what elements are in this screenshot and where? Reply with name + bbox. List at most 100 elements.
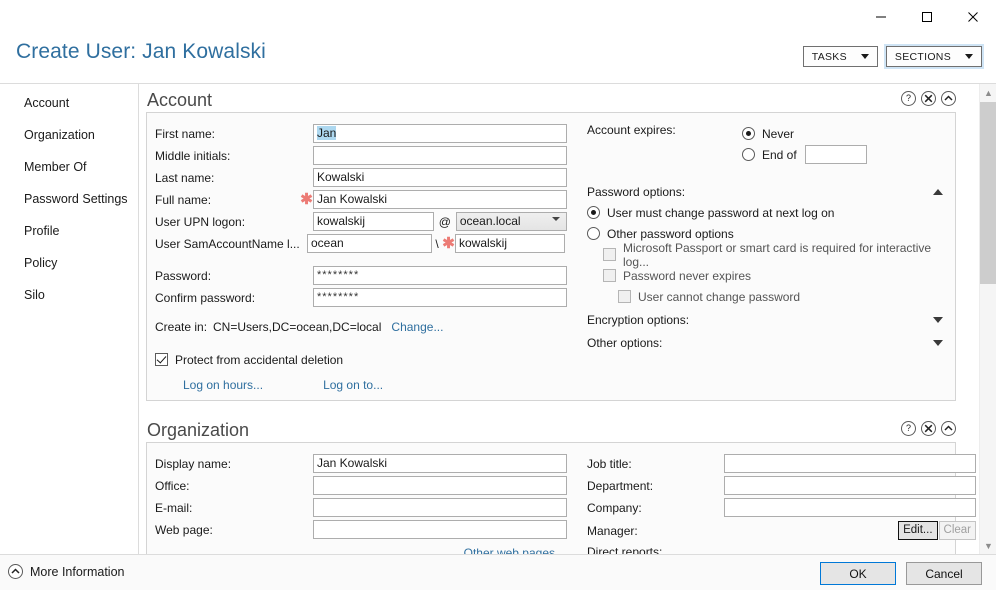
upn-domain-select[interactable]: ocean.local (455, 212, 567, 231)
chevron-up-icon[interactable] (933, 188, 943, 195)
must-change-password-radio[interactable] (587, 206, 600, 219)
scroll-up-icon[interactable]: ▲ (980, 84, 996, 101)
close-circle-icon[interactable] (921, 91, 936, 106)
department-input[interactable] (724, 476, 976, 495)
direct-reports-row: Direct reports: (587, 543, 976, 554)
encryption-options-header[interactable]: Encryption options: (587, 309, 943, 330)
content-scrollbar[interactable]: ▲ ▼ (979, 84, 996, 554)
email-input[interactable] (313, 498, 567, 517)
upn-prefix-input[interactable]: kowalskij (313, 212, 434, 231)
scrollbar-thumb[interactable] (980, 102, 996, 284)
help-icon[interactable]: ? (901, 91, 916, 106)
account-left-column: First name: Jan Middle initials: Last na… (147, 113, 567, 400)
expires-never-radio[interactable] (742, 127, 755, 140)
protect-deletion-row[interactable]: Protect from accidental deletion (155, 349, 567, 370)
middle-initials-input[interactable] (313, 146, 567, 165)
expires-date-input[interactable] (804, 145, 867, 164)
company-input[interactable] (724, 498, 976, 517)
create-user-dialog: Create User: Jan Kowalski TASKS SECTIONS… (0, 0, 996, 590)
organization-right-column: Job title: Department: Company: Manager:… (567, 443, 982, 554)
create-in-row: Create in: CN=Users,DC=ocean,DC=local Ch… (155, 317, 567, 337)
close-circle-icon[interactable] (921, 421, 936, 436)
tasks-label: TASKS (811, 50, 847, 63)
sidebar-item-policy[interactable]: Policy (0, 251, 138, 274)
passport-required-label: Microsoft Passport or smart card is requ… (623, 240, 932, 269)
sam-account-row: User SamAccountName l... ocean \ ✱ kowal… (155, 233, 567, 254)
job-title-input[interactable] (724, 454, 976, 473)
expires-end-of-row[interactable]: End of (742, 144, 943, 165)
chevron-down-icon[interactable] (933, 316, 943, 323)
tasks-button[interactable]: TASKS (802, 46, 878, 67)
password-options-header[interactable]: Password options: (587, 181, 943, 202)
direct-reports-label: Direct reports: (587, 545, 663, 554)
close-icon[interactable] (950, 0, 996, 34)
sidebar-item-label: Member Of (24, 159, 87, 174)
create-in-change-link[interactable]: Change... (391, 320, 443, 334)
sidebar-item-member-of[interactable]: Member Of (0, 155, 138, 178)
passport-required-checkbox[interactable] (603, 248, 616, 261)
sidebar-item-label: Policy (24, 255, 58, 270)
expires-never-row[interactable]: Never (742, 123, 943, 144)
organization-section: Organization ? Display name: Jan Kowalsk… (140, 414, 982, 554)
logon-hours-link[interactable]: Log on hours... (183, 378, 263, 392)
manager-row: Manager: Edit... Clear (587, 519, 976, 542)
password-input[interactable]: ******** (313, 266, 567, 285)
last-name-input[interactable]: Kowalski (313, 168, 567, 187)
sidebar-item-label: Organization (24, 127, 95, 142)
logon-to-link[interactable]: Log on to... (323, 378, 383, 392)
web-page-input[interactable] (313, 520, 567, 539)
password-label: Password: (155, 268, 212, 283)
organization-section-icons: ? (901, 421, 956, 436)
sam-domain-input[interactable]: ocean (307, 234, 432, 253)
email-label: E-mail: (155, 500, 193, 515)
collapse-circle-icon[interactable] (941, 91, 956, 106)
help-icon[interactable]: ? (901, 421, 916, 436)
at-symbol: @ (438, 214, 451, 229)
cannot-change-password-checkbox[interactable] (618, 290, 631, 303)
first-name-input[interactable]: Jan (313, 124, 567, 143)
full-name-input[interactable]: Jan Kowalski (313, 190, 567, 209)
confirm-password-label: Confirm password: (155, 290, 256, 305)
sidebar-item-password-settings[interactable]: Password Settings (0, 187, 138, 210)
collapse-circle-icon[interactable] (8, 564, 23, 579)
chevron-down-icon (552, 217, 560, 221)
web-page-row: Web page: (155, 519, 567, 540)
other-options-header[interactable]: Other options: (587, 332, 943, 353)
chevron-down-icon[interactable] (933, 339, 943, 346)
sidebar-item-organization[interactable]: Organization (0, 123, 138, 146)
sidebar-item-account[interactable]: Account (0, 91, 138, 114)
sections-button[interactable]: SECTIONS (883, 44, 985, 69)
expires-end-of-radio[interactable] (742, 148, 755, 161)
display-name-input[interactable]: Jan Kowalski (313, 454, 567, 473)
minimize-icon[interactable] (858, 0, 904, 34)
sidebar-item-silo[interactable]: Silo (0, 283, 138, 306)
more-information-button[interactable]: More Information (8, 564, 124, 579)
dialog-footer: More Information OK Cancel (0, 554, 996, 590)
scroll-down-icon[interactable]: ▼ (980, 537, 996, 554)
other-web-pages-row: Other web pages... (155, 546, 567, 554)
manager-clear-button: Clear (938, 521, 976, 540)
ok-button[interactable]: OK (820, 562, 896, 585)
full-name-label: Full name: (155, 192, 212, 207)
manager-edit-button[interactable]: Edit... (898, 521, 938, 540)
maximize-icon[interactable] (904, 0, 950, 34)
display-name-row: Display name: Jan Kowalski (155, 453, 567, 474)
cannot-change-password-row[interactable]: User cannot change password (587, 286, 943, 307)
other-password-options-radio[interactable] (587, 227, 600, 240)
password-options-label: Password options: (587, 184, 686, 199)
email-row: E-mail: (155, 497, 567, 518)
sam-account-input[interactable]: kowalskij (455, 234, 565, 253)
sidebar-item-profile[interactable]: Profile (0, 219, 138, 242)
cancel-button[interactable]: Cancel (906, 562, 982, 585)
full-name-row: Full name: ✱ Jan Kowalski (155, 189, 567, 210)
other-web-pages-link[interactable]: Other web pages... (464, 546, 565, 554)
confirm-password-input[interactable]: ******** (313, 288, 567, 307)
collapse-circle-icon[interactable] (941, 421, 956, 436)
required-asterisk-icon: ✱ (300, 191, 313, 208)
last-name-label: Last name: (155, 170, 215, 185)
protect-deletion-checkbox[interactable] (155, 353, 168, 366)
must-change-password-row[interactable]: User must change password at next log on (587, 202, 943, 223)
office-input[interactable] (313, 476, 567, 495)
password-never-expires-checkbox[interactable] (603, 269, 616, 282)
passport-required-row[interactable]: Microsoft Passport or smart card is requ… (587, 241, 943, 269)
